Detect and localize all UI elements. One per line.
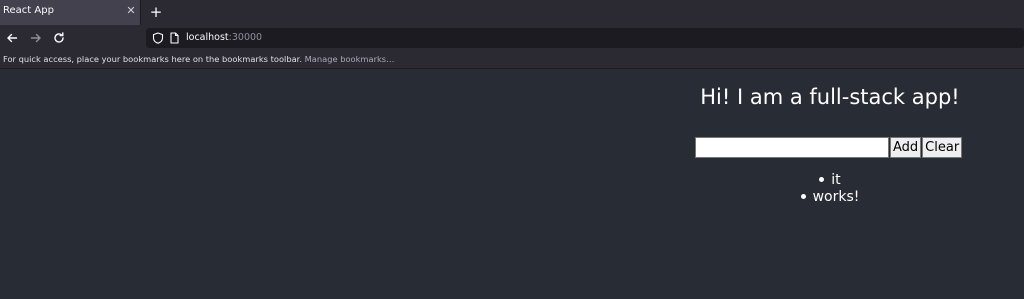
add-item-form: Add Clear xyxy=(695,137,963,158)
bullet-icon xyxy=(819,176,825,182)
forward-button[interactable] xyxy=(26,28,46,48)
new-tab-button[interactable]: + xyxy=(148,2,164,22)
arrow-right-icon xyxy=(30,33,41,43)
arrow-left-icon xyxy=(7,33,18,43)
page-content: Hi! I am a full-stack app! Add Clear it … xyxy=(0,69,1024,299)
bullet-icon xyxy=(800,193,806,199)
list-item: it xyxy=(660,172,1000,189)
url-port: :30000 xyxy=(228,32,263,43)
close-icon[interactable]: ✕ xyxy=(125,4,137,18)
tab-title: React App xyxy=(3,5,54,16)
back-button[interactable] xyxy=(2,28,22,48)
bookmarks-message: For quick access, place your bookmarks h… xyxy=(3,54,302,64)
manage-bookmarks-link[interactable]: Manage bookmarks… xyxy=(305,54,395,64)
bookmarks-message-line: For quick access, place your bookmarks h… xyxy=(3,54,394,64)
list-item: works! xyxy=(660,189,1000,206)
url-host: localhost xyxy=(186,32,229,43)
shield-icon[interactable] xyxy=(152,32,164,44)
url-text[interactable]: localhost:30000 xyxy=(186,32,262,43)
reload-button[interactable] xyxy=(49,28,69,48)
tab-react-app[interactable]: React App ✕ xyxy=(0,0,141,25)
navigation-toolbar: localhost:30000 xyxy=(0,25,1024,51)
tab-strip: React App ✕ + xyxy=(0,0,1024,25)
browser-window: React App ✕ + localhost:30000 For quick … xyxy=(0,0,1024,299)
clear-button[interactable]: Clear xyxy=(922,137,963,158)
add-button[interactable]: Add xyxy=(890,137,922,158)
list-item-text: it xyxy=(831,172,841,188)
item-list: it works! xyxy=(660,172,1000,206)
plus-icon: + xyxy=(149,3,163,21)
item-input[interactable] xyxy=(695,137,889,158)
bookmarks-toolbar: For quick access, place your bookmarks h… xyxy=(0,51,1024,69)
list-item-text: works! xyxy=(812,189,860,205)
reload-icon xyxy=(54,32,64,43)
page-title: Hi! I am a full-stack app! xyxy=(700,85,960,109)
url-bar[interactable]: localhost:30000 xyxy=(146,28,1024,48)
page-icon xyxy=(170,32,179,44)
